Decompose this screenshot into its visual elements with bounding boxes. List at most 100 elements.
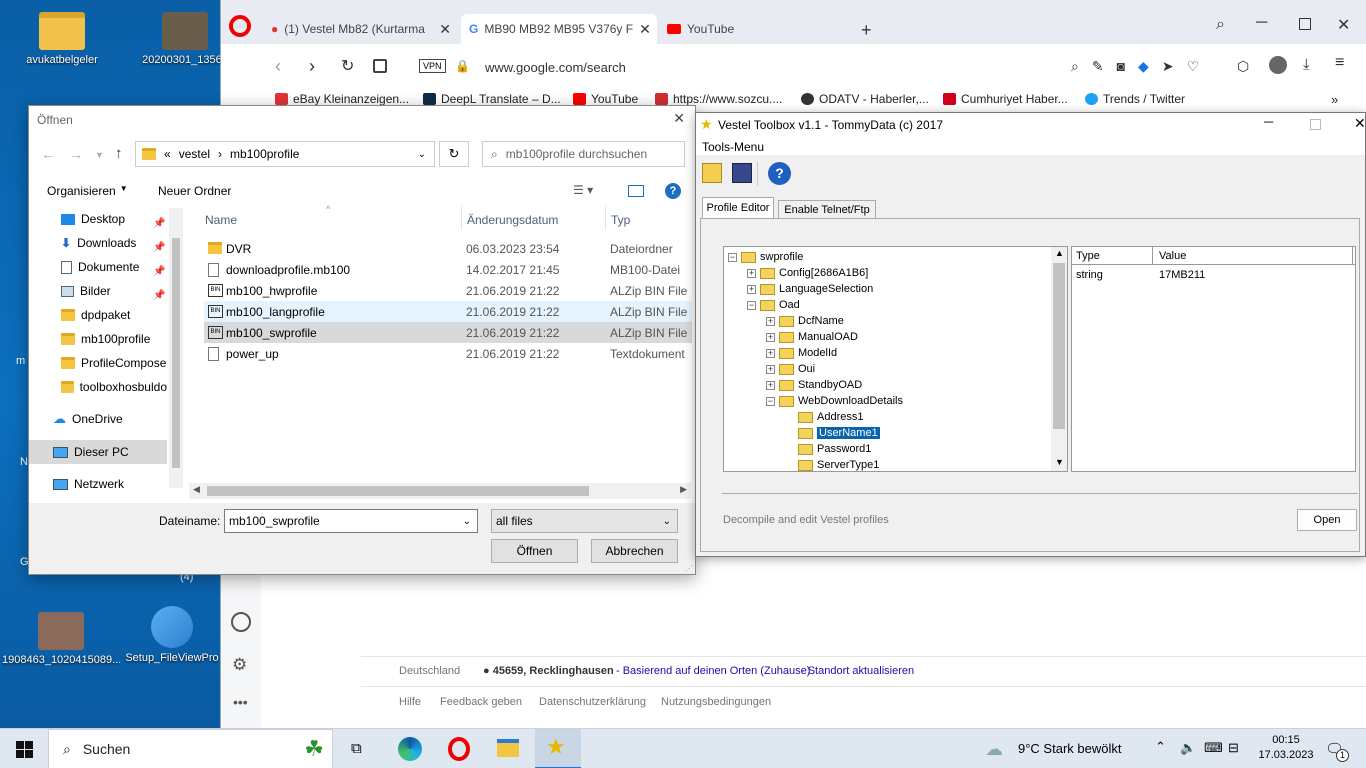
tree-node[interactable]: − WebDownloadDetails (766, 393, 903, 409)
close-window-icon[interactable]: ✕ (1354, 115, 1366, 132)
nav-scroll-thumb[interactable] (172, 238, 180, 468)
bookmark-sozcu[interactable]: https://www.sozcu.... (655, 92, 782, 106)
resize-grip-icon[interactable]: ⋰ (685, 564, 693, 573)
bookmark-cumhuriyet[interactable]: Cumhuriyet Haber... (943, 92, 1068, 106)
tree-node[interactable]: + ModelId (766, 345, 837, 361)
desktop-icon-setup[interactable]: Setup_FileViewPro (124, 606, 220, 664)
taskbar-clock[interactable]: 00:15 17.03.2023 (1256, 733, 1316, 763)
history-icon[interactable] (231, 612, 251, 632)
refresh-icon[interactable]: ↻ (439, 141, 469, 167)
tools-menu[interactable]: Tools-Menu (702, 140, 764, 154)
tree-node[interactable]: − swprofile (728, 249, 803, 265)
network-icon[interactable]: ⊟ (1228, 740, 1239, 756)
send-icon[interactable]: ➤ (1162, 58, 1174, 75)
bookmark-ebay[interactable]: eBay Kleinanzeigen... (275, 92, 409, 106)
download-icon[interactable]: ⤓ (1303, 56, 1310, 73)
taskbar-toolbox-active[interactable]: ★ (535, 729, 581, 768)
tab-vestel[interactable]: ● (1) Vestel Mb82 (Kurtarma ✕ (263, 14, 459, 44)
breadcrumb-vestel[interactable]: vestel (179, 147, 210, 161)
file-row[interactable]: BIN mb100_hwprofile 21.06.2019 21:22 ALZ… (204, 280, 692, 301)
tree-leaf[interactable]: ServerType1 (798, 457, 879, 471)
nav-scrollbar[interactable] (169, 208, 183, 488)
tree-scrollbar[interactable]: ▲ ▼ (1051, 247, 1067, 471)
shield-icon[interactable]: ◆ (1138, 58, 1149, 75)
minimize-icon[interactable]: ─ (1264, 114, 1273, 129)
expand-icon[interactable]: + (766, 348, 775, 358)
history-dropdown-icon[interactable]: ▼ (95, 150, 104, 160)
opera-icon[interactable] (448, 737, 470, 761)
file-row[interactable]: downloadprofile.mb100 14.02.2017 21:45 M… (204, 259, 692, 280)
collapse-icon[interactable]: − (728, 252, 737, 262)
preview-pane-icon[interactable] (628, 185, 644, 197)
keyboard-icon[interactable]: ⌨ (1204, 740, 1223, 756)
column-header-type[interactable]: Typ (611, 213, 630, 227)
url-field[interactable]: www.google.com/search (485, 60, 626, 75)
file-explorer-icon[interactable] (497, 739, 519, 757)
grid-header-type[interactable]: Type (1076, 250, 1100, 262)
nav-this-pc[interactable]: Dieser PC (53, 441, 183, 463)
view-options-icon[interactable]: ☰ ▾ (573, 183, 593, 197)
filename-input[interactable]: mb100_swprofile ⌄ (224, 509, 478, 533)
desktop-icon-avukatbelgeler[interactable]: avukatbelgeler (12, 12, 112, 66)
scroll-right-icon[interactable]: ▶ (680, 484, 687, 495)
open-button[interactable]: Öffnen (491, 539, 578, 563)
organize-button[interactable]: Organisieren ▼ (47, 184, 128, 198)
tabs-grid-icon[interactable] (373, 59, 387, 73)
file-row[interactable]: power_up 21.06.2019 21:22 Textdokument (204, 343, 692, 364)
forward-icon[interactable]: › (309, 56, 315, 77)
value-grid[interactable]: Type Value string 17MB211 (1071, 246, 1356, 472)
back-icon[interactable]: ‹ (275, 56, 281, 77)
profile-tree[interactable]: − swprofile + Config[2686A1B6] + LanguageSe… (723, 246, 1068, 472)
camera-icon[interactable]: ◙ (1117, 58, 1125, 75)
footer-link-privacy[interactable]: Datenschutzerklärung (539, 696, 646, 708)
tree-node[interactable]: + Config[2686A1B6] (747, 265, 868, 281)
cancel-button[interactable]: Abbrechen (591, 539, 678, 563)
tree-node[interactable]: + LanguageSelection (747, 281, 873, 297)
taskbar-search-box[interactable]: ⌕ Suchen ☘ (48, 729, 333, 768)
close-tab-icon[interactable]: ✕ (439, 21, 451, 38)
edit-icon[interactable]: ✎ (1092, 58, 1104, 75)
search-icon[interactable]: ⌕ (1071, 58, 1079, 75)
footer-update-location[interactable]: - Standort aktualisieren (801, 665, 914, 677)
tab-enable-telnet[interactable]: Enable Telnet/Ftp (778, 200, 876, 219)
cube-icon[interactable]: ⬡ (1237, 58, 1249, 75)
desktop-icon-photo2[interactable]: 1908463_1020415089... (2, 612, 120, 666)
chevron-down-icon[interactable]: ⌄ (463, 516, 471, 527)
footer-link-help[interactable]: Hilfe (399, 696, 421, 708)
profile-avatar[interactable] (1269, 56, 1287, 74)
close-tab-icon[interactable]: ✕ (639, 21, 651, 38)
column-header-date[interactable]: Änderungsdatum (467, 213, 558, 227)
tab-mb90[interactable]: G MB90 MB92 MB95 V376y F ✕ (461, 14, 657, 44)
bookmark-twitter[interactable]: Trends / Twitter (1085, 92, 1185, 106)
heart-icon[interactable]: ♡ (1187, 58, 1200, 75)
opera-logo-icon[interactable] (229, 15, 251, 37)
grid-header-value[interactable]: Value (1159, 250, 1186, 262)
nav-onedrive[interactable]: ☁ OneDrive (53, 408, 183, 430)
open-profile-button[interactable]: Open (1297, 509, 1357, 531)
column-header-name[interactable]: Name (205, 213, 237, 227)
horizontal-scrollbar[interactable]: ◀ ▶ (189, 483, 691, 499)
bookmark-odatv[interactable]: ODATV - Haberler,... (801, 92, 929, 106)
weather-text[interactable]: 9°C Stark bewölkt (1018, 741, 1121, 756)
maximize-icon[interactable] (1310, 119, 1321, 130)
tree-node[interactable]: + ManualOAD (766, 329, 858, 345)
footer-link-feedback[interactable]: Feedback geben (440, 696, 522, 708)
nav-network[interactable]: Netzwerk (53, 473, 183, 495)
tree-node[interactable]: + StandbyOAD (766, 377, 862, 393)
menu-icon[interactable]: ≡ (1335, 54, 1344, 72)
nav-profilecompose[interactable]: ProfileCompose (61, 352, 167, 374)
maximize-icon[interactable] (1299, 18, 1311, 30)
file-row[interactable]: DVR 06.03.2023 23:54 Dateiordner (204, 238, 692, 259)
help-icon[interactable]: ? (665, 183, 681, 199)
breadcrumb-mb100profile[interactable]: mb100profile (230, 147, 299, 161)
search-input[interactable]: ⌕ mb100profile durchsuchen (482, 141, 685, 167)
bookmark-deepl[interactable]: DeepL Translate – D... (423, 92, 561, 106)
up-folder-icon[interactable]: ↑ (115, 145, 123, 162)
minimize-icon[interactable]: ─ (1256, 14, 1267, 32)
tree-node[interactable]: − Oad (747, 297, 800, 313)
tree-leaf[interactable]: Address1 (798, 409, 863, 425)
breadcrumb[interactable]: « vestel › mb100profile ⌄ (135, 141, 435, 167)
nav-toolboxhosbuldo[interactable]: toolboxhosbuldo (61, 376, 167, 398)
footer-location-basis[interactable]: - Basierend auf deinen Orten (Zuhause) (616, 665, 810, 677)
new-folder-button[interactable]: Neuer Ordner (158, 184, 231, 198)
